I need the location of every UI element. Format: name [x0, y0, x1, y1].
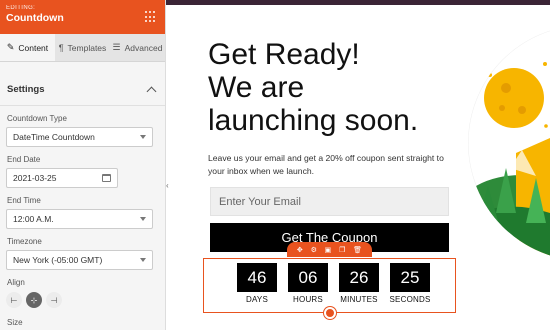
countdown-type-select[interactable]: DateTime Countdown [6, 127, 153, 147]
section-title: Settings [7, 84, 45, 95]
launch-illustration [468, 25, 550, 258]
align-buttons: ⊢ ⊹ ⊣ [6, 292, 165, 308]
caret-down-icon [140, 258, 146, 262]
input-value: 2021-03-25 [13, 173, 57, 183]
email-input[interactable] [210, 187, 449, 216]
block-toolbar: ✥ ⚙ ▣ ❐ 🗑 [287, 242, 372, 257]
align-center-button[interactable]: ⊹ [26, 292, 42, 308]
countdown-type-label: Countdown Type [7, 114, 67, 123]
sliders-icon: ☰ [112, 42, 121, 52]
block-handle-icon[interactable] [324, 307, 336, 319]
countdown-value: 25 [390, 263, 430, 292]
timezone-select[interactable]: New York (-05:00 GMT) [6, 250, 153, 270]
end-time-label: End Time [7, 196, 41, 205]
countdown-value: 06 [288, 263, 328, 292]
countdown-units: 46 DAYS 06 HOURS 26 MINUTES 25 SECONDS [237, 263, 430, 304]
grid-menu-icon[interactable] [145, 11, 157, 23]
settings-icon[interactable]: ⚙ [311, 246, 317, 254]
countdown-unit-seconds: 25 SECONDS [390, 263, 430, 304]
caret-down-icon [140, 135, 146, 139]
panel-tabs: ✎ Content ¶ Templates ☰ Advanced [0, 34, 165, 62]
subtext: Leave us your email and get a 20% off co… [208, 153, 444, 176]
countdown-unit-hours: 06 HOURS [288, 263, 328, 304]
headline-line: Get Ready! [208, 38, 360, 71]
headline-line: launching soon. [208, 104, 419, 137]
headline-line: We are [208, 71, 305, 104]
countdown-value: 46 [237, 263, 277, 292]
calendar-icon[interactable] [102, 174, 111, 182]
top-strip [166, 0, 550, 5]
align-right-button[interactable]: ⊣ [46, 292, 62, 308]
caret-down-icon [140, 217, 146, 221]
countdown-unit-minutes: 26 MINUTES [339, 263, 379, 304]
collapse-panel-icon[interactable]: ‹ [166, 181, 169, 190]
delete-icon[interactable]: 🗑 [353, 246, 362, 254]
panel-title: Countdown [6, 12, 64, 24]
end-time-select[interactable]: 12:00 A.M. [6, 209, 153, 229]
tab-label: Content [18, 42, 49, 53]
tab-templates[interactable]: ¶ Templates [55, 34, 110, 61]
headline: Get Ready! We are launching soon. [208, 38, 468, 137]
chevron-up-icon [146, 86, 157, 97]
editing-label: EDITING: [6, 5, 36, 11]
select-value: 12:00 A.M. [13, 214, 54, 224]
countdown-label: HOURS [293, 295, 323, 304]
countdown-label: MINUTES [340, 295, 378, 304]
countdown-label: SECONDS [389, 295, 431, 304]
duplicate-icon[interactable]: ❐ [339, 246, 345, 254]
tab-content[interactable]: ✎ Content [0, 34, 55, 61]
align-label: Align [7, 278, 25, 287]
editor-panel: EDITING: Countdown ✎ Content ¶ Templates… [0, 0, 166, 330]
pencil-icon: ✎ [6, 42, 15, 52]
tab-label: Advanced [124, 42, 163, 53]
paint-roller-icon: ¶ [58, 42, 64, 53]
tab-label: Templates [67, 42, 107, 53]
end-date-input[interactable]: 2021-03-25 [6, 168, 118, 188]
end-date-label: End Date [7, 155, 41, 164]
countdown-value: 26 [339, 263, 379, 292]
timezone-label: Timezone [7, 237, 42, 246]
tab-advanced[interactable]: ☰ Advanced [110, 34, 165, 61]
align-left-button[interactable]: ⊢ [6, 292, 22, 308]
panel-header: EDITING: Countdown [0, 0, 165, 34]
select-value: New York (-05:00 GMT) [13, 255, 103, 265]
select-value: DateTime Countdown [13, 132, 95, 142]
size-label: Size [7, 318, 23, 327]
save-icon[interactable]: ▣ [325, 246, 332, 254]
countdown-label: DAYS [246, 295, 268, 304]
move-icon[interactable]: ✥ [297, 246, 303, 254]
countdown-unit-days: 46 DAYS [237, 263, 277, 304]
settings-section-header[interactable]: Settings [0, 74, 165, 106]
